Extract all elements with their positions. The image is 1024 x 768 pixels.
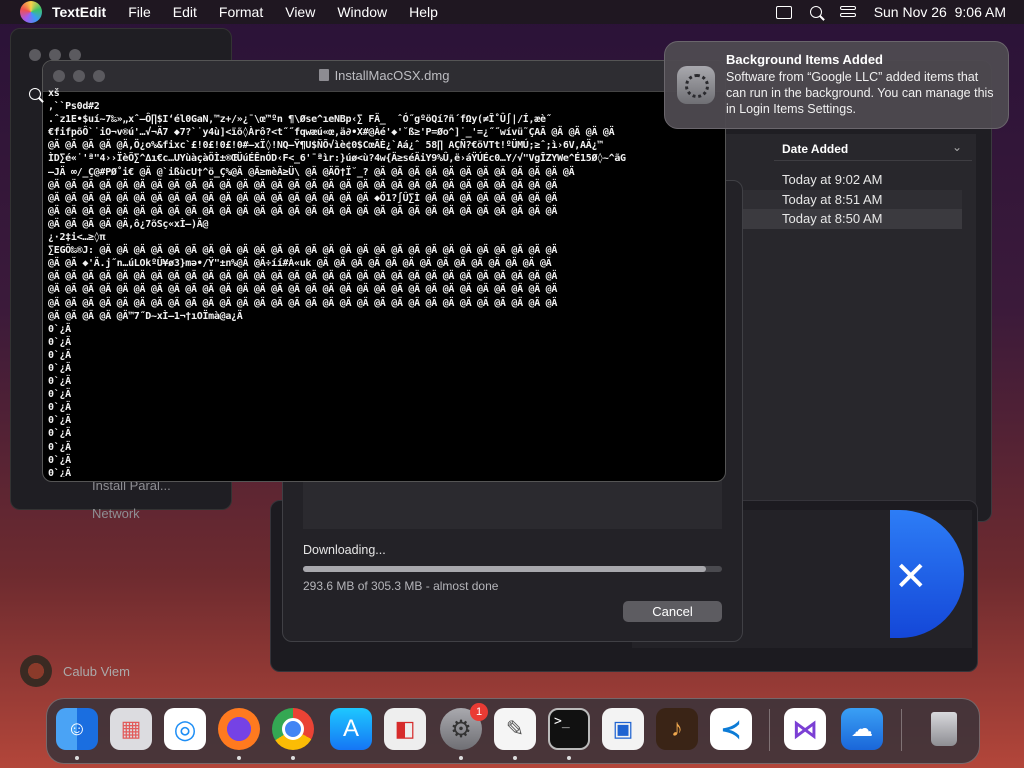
textedit-icon[interactable]: ✎ — [494, 708, 536, 750]
trash-icon[interactable] — [923, 708, 965, 750]
document-text-line: ∑EGÖ‰®J: @Ä @Ä @Ä @Ä @Ä @Ä @Ä @Ä @Ä @Ä @… — [48, 245, 558, 257]
download-progress-fill — [303, 566, 706, 572]
document-text-line: 0`¿Ä — [48, 323, 71, 335]
date-added-column-header[interactable]: Date Added ⌄ — [774, 138, 972, 161]
spotlight-search-icon[interactable] — [809, 6, 822, 18]
document-text-line: 0`¿Ä — [48, 362, 71, 374]
visual-studio-icon[interactable]: ⋈ — [784, 708, 826, 750]
sidebar-item-network[interactable]: Network — [92, 506, 140, 521]
menu-clock[interactable]: Sun Nov 26 9:06 AM — [874, 4, 1006, 20]
menu-bar: TextEdit File Edit Format View Window He… — [0, 0, 1024, 24]
document-text-line: 0`¿Ä — [48, 376, 71, 388]
notification-badge: 1 — [470, 703, 488, 721]
document-text-line: @Ä @Ä @Ä @Ä @Ä @Ä @Ä @Ä @Ä @Ä @Ä @Ä @Ä @… — [48, 179, 558, 191]
safari-icon[interactable]: ◎ — [164, 708, 206, 750]
download-progress-bar — [303, 566, 722, 572]
document-text-line: 0`¿Ä — [48, 349, 71, 361]
document-text-line: ¿·2‡i<…≥◊π — [48, 232, 106, 244]
search-icon[interactable] — [29, 88, 41, 100]
document-icon — [318, 69, 329, 81]
garageband-icon[interactable]: ♪ — [656, 708, 698, 750]
menu-edit[interactable]: Edit — [173, 4, 197, 20]
document-text-line: xš — [48, 88, 60, 99]
chrome-icon[interactable] — [272, 708, 314, 750]
background-items-notification[interactable]: Background Items Added Software from “Go… — [664, 41, 1009, 129]
document-text-line: —JÄ ∞/_Ç@#PØ˚i€ @Ä @`ißùcU†^ö_Ç%@Ä @Ä≥mè… — [48, 166, 575, 178]
menu-view[interactable]: View — [285, 4, 315, 20]
date-added-value: Today at 8:51 AM — [782, 192, 883, 207]
launchpad-icon[interactable]: ▦ — [110, 708, 152, 750]
document-text-line: 0`¿Ä — [48, 402, 71, 414]
running-indicator — [291, 756, 295, 760]
control-center-icon[interactable] — [839, 6, 856, 18]
running-indicator — [75, 756, 79, 760]
running-indicator — [567, 756, 571, 760]
document-text-line: @Ä @Ä @Ä @Ä @Ä @Ä @Ä @Ä @Ä @Ä @Ä @Ä @Ä @… — [48, 297, 558, 309]
download-status: 293.6 MB of 305.3 MB - almost done — [303, 579, 499, 593]
finder-icon[interactable]: ☺ — [56, 708, 98, 750]
dock-separator — [769, 709, 770, 751]
document-text-line: 0`¿Ä — [48, 336, 71, 348]
document-text-line: @Ä @Ä @Ä @Ä @Ä,Ö¿o%&fixc`£!0£!0£!0#–xÏ◊!… — [48, 140, 603, 152]
weather-icon[interactable]: ☁ — [841, 708, 883, 750]
document-text-area[interactable]: xš ,``Ps0d#2 .ˆz1E•$uí~7‰»„xˆ–Ô∏$I‘él0GaN,… — [48, 87, 720, 477]
document-text-line: @Ä @Ä @Ä @Ä @Ä,ô¿7õSç«xÌ–)Ä@ — [48, 218, 209, 230]
document-text-line: 0`¿Ä — [48, 467, 71, 477]
document-text-line: @Ä @Ä @Ä @Ä @Ä @Ä @Ä @Ä @Ä @Ä @Ä @Ä @Ä @… — [48, 284, 558, 296]
date-added-value: Today at 8:50 AM — [782, 211, 883, 226]
document-text-line: @Ä @Ä @Ä @Ä @Ä @Ä @Ä @Ä @Ä @Ä @Ä @Ä @Ä @… — [48, 192, 558, 204]
apple-icon[interactable] — [20, 1, 42, 23]
dock-separator — [901, 709, 902, 751]
textedit-window: InstallMacOSX.dmg xš ,``Ps0d#2 .ˆz1E•$uí~7… — [42, 60, 726, 482]
parallels-icon[interactable]: ◧ — [384, 708, 426, 750]
document-text-line: 0`¿Ä — [48, 441, 71, 453]
system-settings-icon — [677, 66, 715, 104]
running-indicator — [513, 756, 517, 760]
chevron-down-icon: ⌄ — [951, 140, 962, 154]
menu-help[interactable]: Help — [409, 4, 438, 20]
document-text-line: @Ä @Ä @Ä @Ä @Ä @Ä @Ä @Ä @Ä @Ä @Ä @Ä @Ä @… — [48, 205, 558, 217]
running-indicator — [459, 756, 463, 760]
app-store-icon[interactable]: A — [330, 708, 372, 750]
menu-window[interactable]: Window — [337, 4, 387, 20]
login-item-row-selected[interactable]: Today at 8:50 AM — [742, 209, 962, 229]
terminal-icon[interactable]: >_ — [548, 708, 590, 750]
notification-title: Background Items Added — [726, 52, 883, 67]
document-text-line: ÌD∑é«˙'ª"4››ÏèÕ∑^∆ı€c…UYùàçàÖÌ±®ŒÜúÉÊnÓD… — [48, 153, 626, 165]
document-text-line: @Ä @Ä @Ä @Ä @Ä @Ä @Ä @Ä @Ä @Ä @Ä @Ä @Ä @… — [48, 271, 558, 283]
vscode-icon[interactable]: ≺ — [710, 708, 752, 750]
document-text-line: @Ä @Ä ◆'Ä.j˝n…úLOkºÛ¥ø3}mə•/Ÿ"±n%@Ä @Ä÷í… — [48, 258, 552, 270]
screen-mirroring-icon[interactable] — [775, 5, 792, 19]
document-text-line: 0`¿Ä — [48, 415, 71, 427]
document-text-line: €fifpõÔ`˙iO¬v®ú'…√¬Ä7 ◆7?`˙y4ù]<ïõ◊Àrô?<… — [48, 127, 615, 139]
date-added-value: Today at 9:02 AM — [782, 172, 883, 187]
running-indicator — [237, 756, 241, 760]
window-title: InstallMacOSX.dmg — [43, 68, 725, 83]
remote-desktop-icon[interactable]: ▣ — [602, 708, 644, 750]
user-account[interactable]: Calub Viem — [20, 654, 130, 688]
document-text-line: @Ä @Ä @Ä @Ä @Ä™7˝D~xÌ–1¬†ıOÏmà@a¿Ä — [48, 310, 243, 322]
document-text-line: 0`¿Ä — [48, 428, 71, 440]
login-item-row[interactable]: Today at 9:02 AM — [742, 170, 962, 190]
cancel-button[interactable]: Cancel — [623, 601, 722, 622]
login-item-row[interactable]: Today at 8:51 AM — [742, 190, 962, 210]
avatar — [20, 655, 52, 687]
column-header-label: Date Added — [782, 142, 849, 156]
dock: ☺ ▦ ◎ A ◧ ⚙ 1 ✎ >_ ▣ ♪ ≺ ⋈ ☁ — [46, 698, 980, 764]
user-name: Calub Viem — [63, 663, 130, 679]
notification-body: Software from “Google LLC” added items t… — [726, 70, 994, 116]
menu-app-name[interactable]: TextEdit — [52, 4, 106, 20]
firefox-icon[interactable] — [218, 708, 260, 750]
document-text-line: 0`¿Ä — [48, 389, 71, 401]
menu-file[interactable]: File — [128, 4, 151, 20]
menu-format[interactable]: Format — [219, 4, 263, 20]
window-title-text: InstallMacOSX.dmg — [334, 68, 450, 83]
document-text-line: ,``Ps0d#2 — [48, 101, 100, 113]
document-text-line: 0`¿Ä — [48, 454, 71, 466]
download-label: Downloading... — [303, 543, 386, 557]
document-text-line: .ˆz1E•$uí~7‰»„xˆ–Ô∏$I‘él0GaN,™z+/»¿¯\œ™º… — [48, 114, 552, 126]
